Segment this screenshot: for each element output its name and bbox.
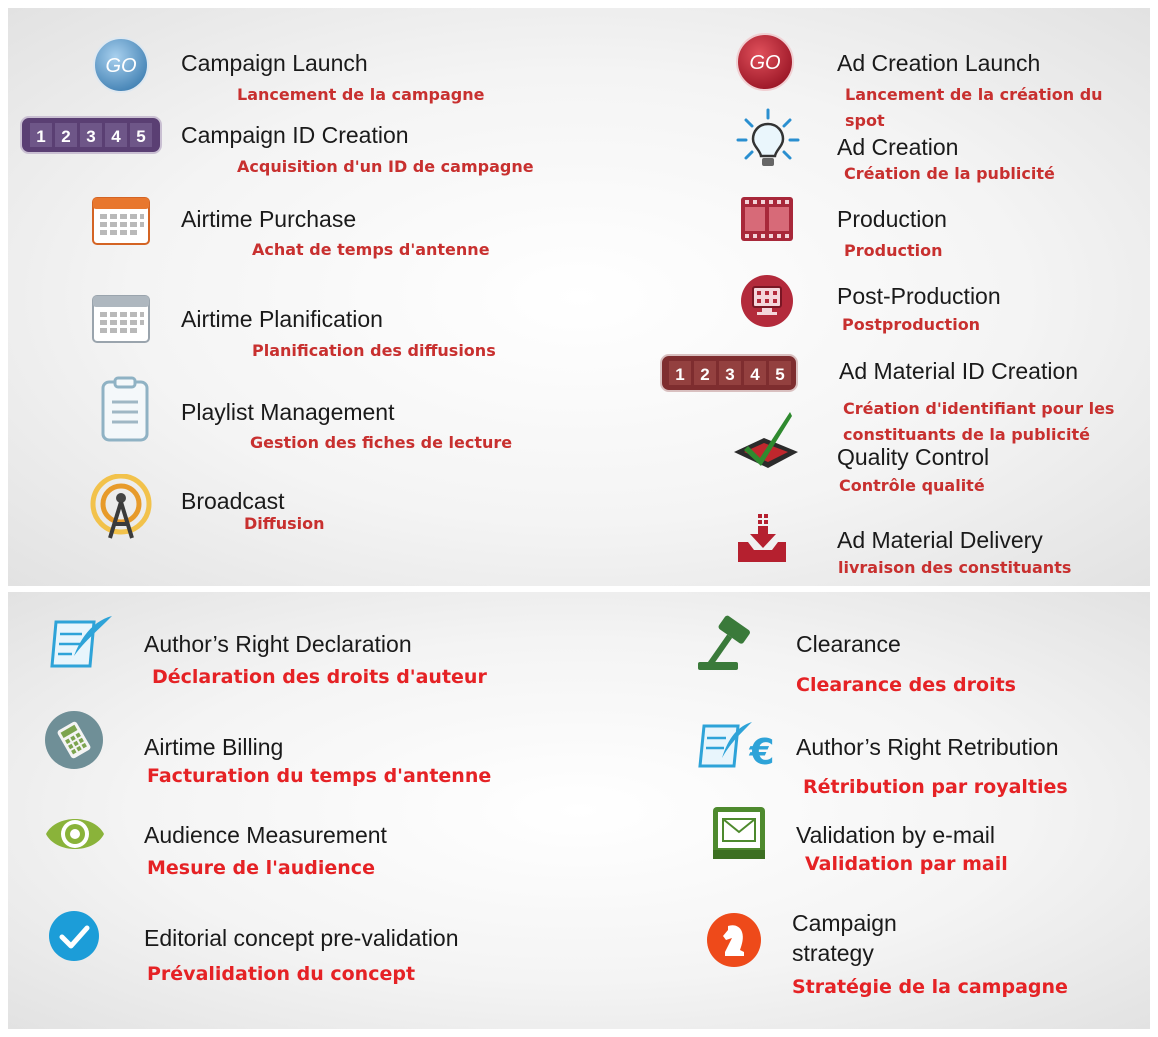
step-label-fr: Clearance des droits [796,674,1016,696]
step-label-en: Post-Production [837,283,1001,309]
clipboard-icon [101,376,149,442]
step-label-en: Editorial concept pre-validation [144,925,459,951]
svg-text:4: 4 [750,365,760,384]
svg-text:GO: GO [105,55,136,77]
step-label-en: Campaign Launch [181,50,368,76]
step-label-fr: Création d'identifiant pour les constitu… [843,399,1115,444]
step-label-fr: Achat de temps d'antenne [252,240,490,259]
step-label-fr: Lancement de la campagne [237,85,485,104]
step-label-fr: Lancement de la création du spot [845,85,1103,130]
step-label-fr: Diffusion [244,514,325,533]
delivery-tray-icon [738,514,786,562]
quill-euro-icon: € [698,722,775,770]
go-button-blue-icon: GO [93,37,149,93]
step-label-fr: Gestion des fiches de lecture [250,433,513,452]
step-label-en: Quality Control [837,444,990,470]
lightbulb-icon [736,108,800,166]
step-label-en: Author’s Right Retribution [796,734,1059,760]
step-label-en: Ad Creation Launch [837,50,1041,76]
svg-text:GO: GO [749,52,780,74]
step-label-fr: Rétribution par royalties [803,776,1068,798]
id-counter-purple-icon: 1 2 3 4 5 [20,116,162,154]
step-label-fr: Prévalidation du concept [147,963,416,985]
step-label-fr: Mesure de l'audience [147,857,375,879]
step-label-fr: Stratégie de la campagne [792,976,1068,998]
step-label-fr: Production [844,241,943,260]
svg-text:3: 3 [86,127,95,146]
envelope-icon [713,807,765,859]
step-label-en: Airtime Billing [144,734,284,760]
step-label-fr: Planification des diffusions [252,341,496,360]
id-counter-red-icon: 1 2 3 4 5 [660,354,798,392]
svg-text:4: 4 [111,127,121,146]
svg-text:5: 5 [136,127,145,146]
broadcast-tower-icon [90,474,152,539]
svg-text:1: 1 [675,365,684,384]
svg-text:2: 2 [700,365,709,384]
go-button-red-icon: GO [736,33,794,91]
step-label-fr: Facturation du temps d'antenne [147,765,492,787]
step-label-en: Clearance [796,631,901,657]
step-label-en: Production [837,206,947,232]
step-label-en: Ad Creation [837,134,959,160]
gavel-icon [698,615,750,670]
svg-text:1: 1 [36,127,45,146]
svg-text:€: € [748,732,774,770]
step-label-en: Campaign strategy [792,910,897,966]
calendar-grey-icon [92,295,150,343]
step-label-fr: Acquisition d'un ID de campagne [237,157,534,176]
step-label-fr: Contrôle qualité [839,476,985,495]
quill-document-icon [50,616,112,668]
checkmark-icon [734,412,798,468]
step-label-en: Audience Measurement [144,822,387,848]
step-label-fr: Validation par mail [805,853,1008,875]
step-label-en: Ad Material ID Creation [839,358,1079,384]
step-label-fr: livraison des constituants [838,558,1072,577]
chess-knight-icon [707,913,761,967]
step-label-en: Validation by e-mail [796,822,996,848]
step-label-en: Ad Material Delivery [837,527,1043,553]
calendar-orange-icon [92,197,150,245]
step-label-fr: Déclaration des droits d'auteur [152,666,487,688]
step-label-en: Airtime Planification [181,306,383,332]
step-label-en: Playlist Management [181,399,395,425]
step-label-en: Author’s Right Declaration [144,631,412,657]
svg-text:3: 3 [725,365,734,384]
film-strip-icon [741,197,793,241]
step-label-fr: Création de la publicité [844,164,1055,183]
step-label-en: Campaign ID Creation [181,122,409,148]
check-circle-icon [49,911,99,961]
step-label-en: Airtime Purchase [181,206,357,232]
svg-text:2: 2 [61,127,70,146]
calculator-icon [45,711,103,769]
eye-icon [46,819,104,849]
monitor-icon [741,275,793,327]
step-label-fr: Postproduction [842,315,981,334]
svg-text:5: 5 [775,365,784,384]
